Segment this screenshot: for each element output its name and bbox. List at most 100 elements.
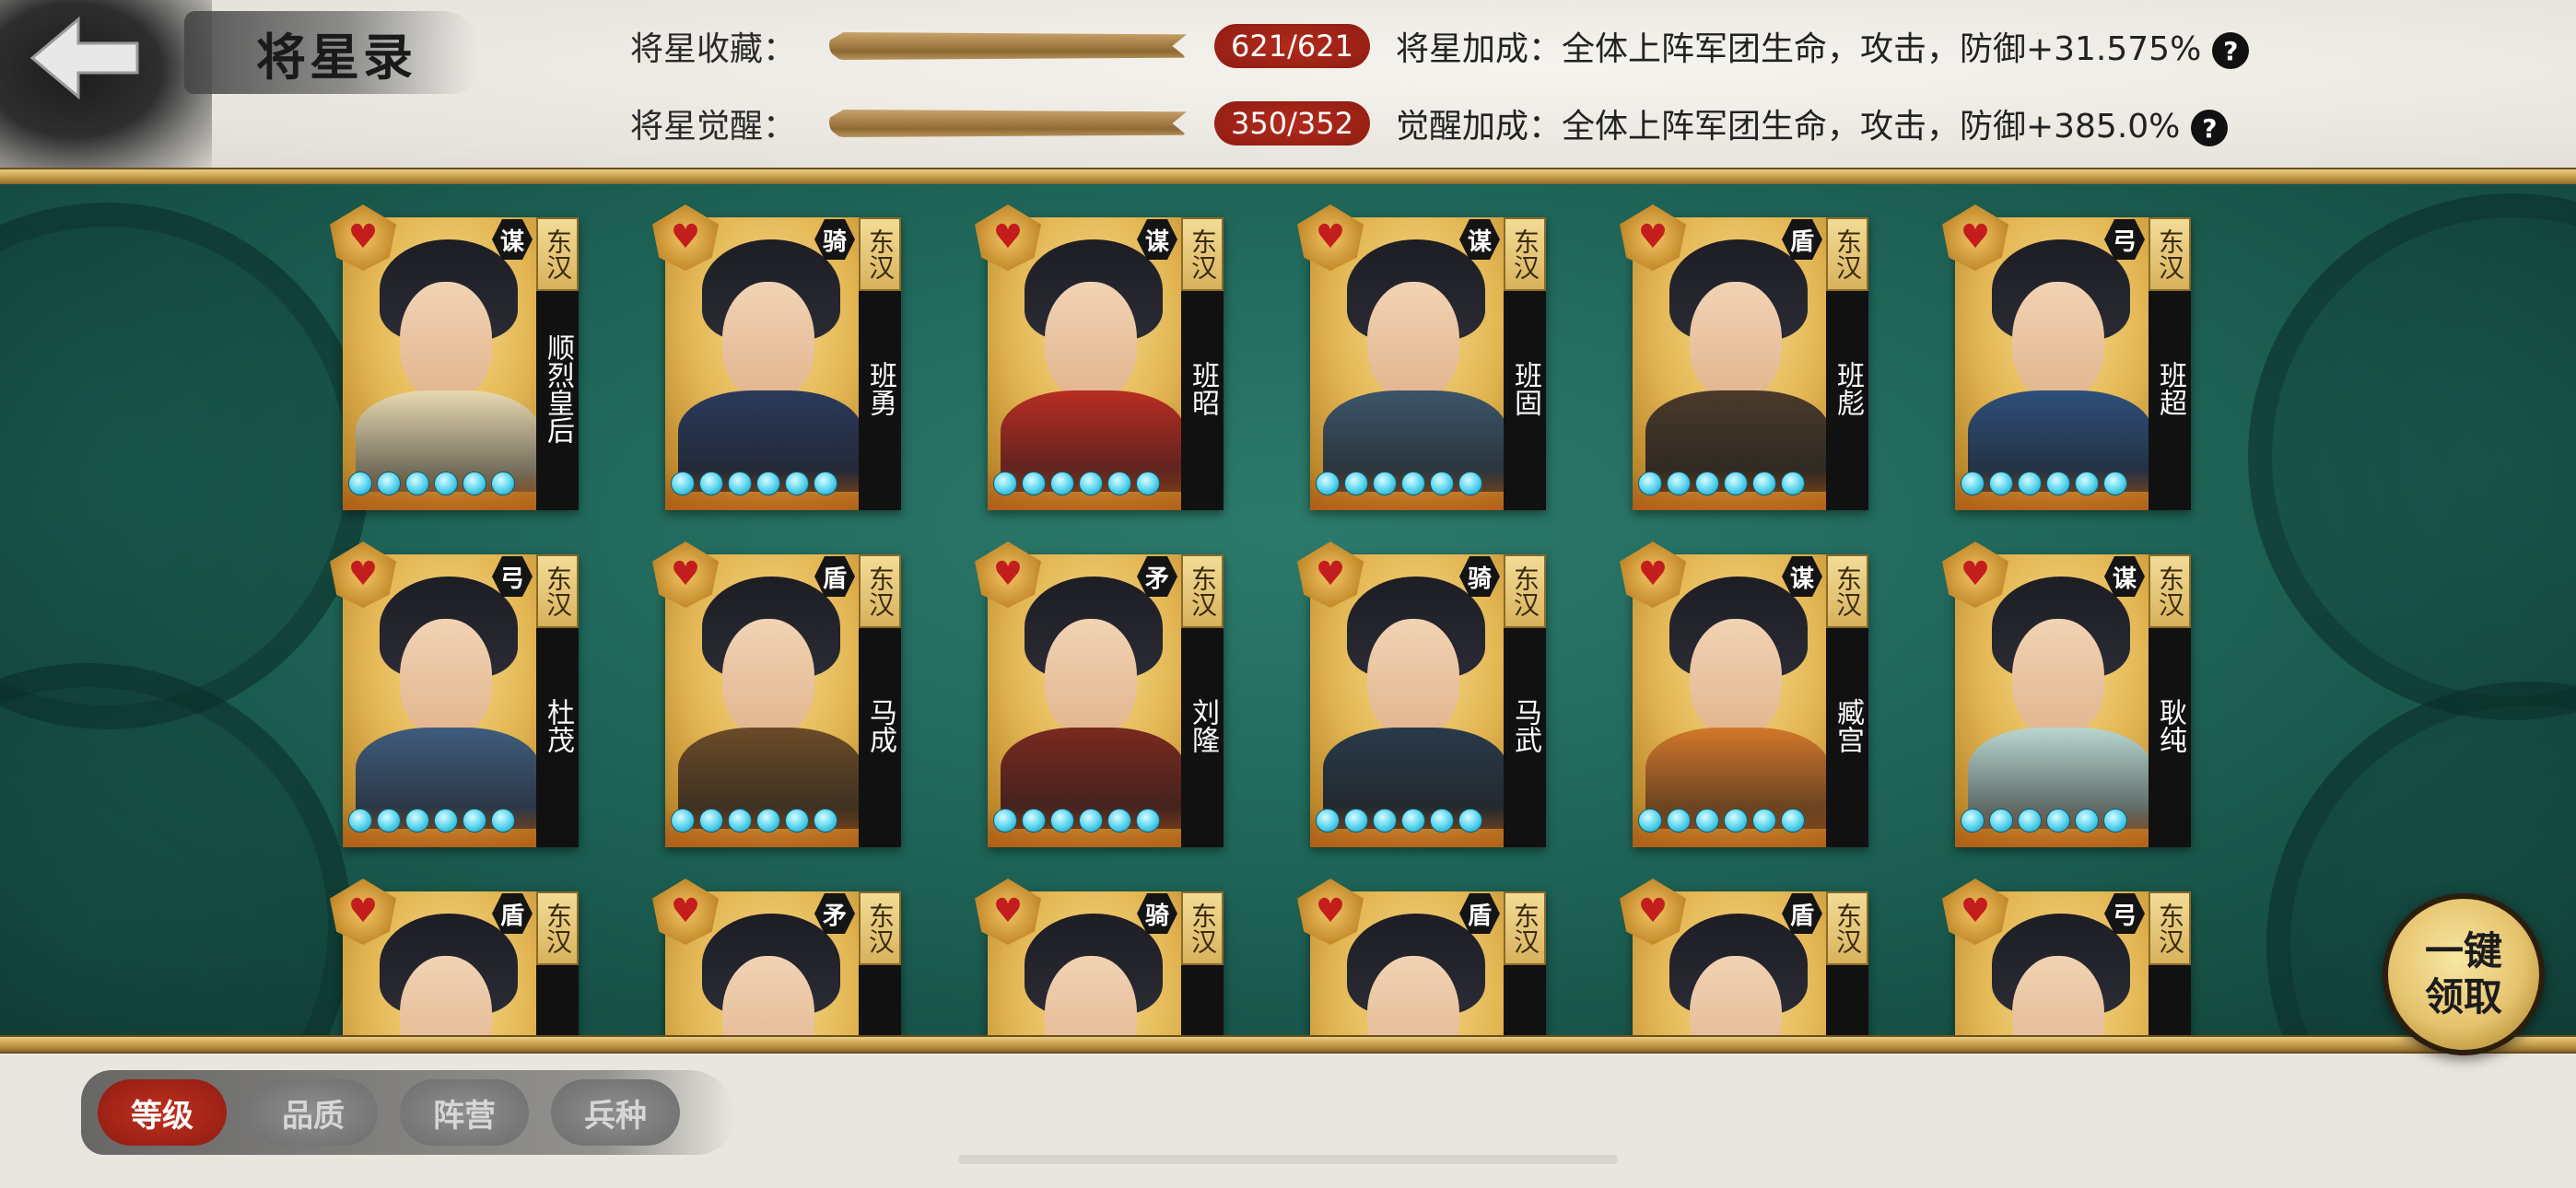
star-icon — [1961, 809, 1985, 833]
faction-badge: 东汉 — [1504, 554, 1546, 628]
general-name: 杜茂 — [536, 604, 579, 847]
sort-tab[interactable]: 品质 — [249, 1079, 378, 1146]
general-name: 臧宫 — [1826, 604, 1868, 847]
general-card[interactable]: 顺烈皇后 东汉谋 — [330, 204, 579, 510]
star-icon — [434, 472, 458, 495]
faction-badge: 东汉 — [859, 554, 901, 628]
general-card[interactable]: 班超 东汉弓 — [1942, 204, 2191, 510]
awakening-stat-row: 将星觉醒： 350/352 觉醒加成：全体上阵军团生命，攻击，防御+385.0%… — [630, 96, 2229, 151]
star-icon — [1107, 472, 1131, 495]
general-name: 班勇 — [859, 267, 901, 510]
portrait-face — [400, 619, 492, 737]
star-icon — [1695, 472, 1719, 495]
star-icon — [699, 472, 723, 495]
star-icon — [2018, 809, 2042, 833]
faction-badge: 东汉 — [536, 217, 579, 291]
general-card[interactable]: 杜茂 东汉弓 — [330, 542, 579, 847]
general-card[interactable]: 班勇 东汉骑 — [652, 204, 901, 510]
star-icon — [814, 472, 837, 495]
general-card[interactable]: 耿纯 东汉谋 — [1942, 542, 2191, 847]
star-icon — [1022, 472, 1046, 495]
sort-tab[interactable]: 兵种 — [551, 1079, 680, 1146]
general-card[interactable]: 东汉骑 — [975, 879, 1224, 1036]
star-rating — [1961, 472, 2127, 495]
faction-badge: 东汉 — [2149, 217, 2191, 291]
sort-tab[interactable]: 阵营 — [400, 1079, 529, 1146]
star-icon — [348, 472, 372, 495]
star-rating — [671, 472, 837, 495]
general-card[interactable]: 班昭 东汉谋 — [975, 204, 1224, 510]
star-icon — [728, 809, 752, 833]
general-card[interactable]: 班固 东汉谋 — [1297, 204, 1546, 510]
general-name: 班彪 — [1826, 267, 1868, 510]
star-icon — [2046, 472, 2070, 495]
star-icon — [1724, 809, 1748, 833]
portrait-face — [722, 619, 814, 737]
portrait-face — [1690, 619, 1782, 737]
collection-bonus-label: 将星加成：全体上阵军团生命，攻击，防御+31.575% — [1395, 30, 2202, 68]
star-icon — [1344, 809, 1368, 833]
general-card[interactable]: 马武 东汉骑 — [1297, 542, 1546, 847]
home-indicator[interactable] — [958, 1155, 1618, 1164]
star-icon — [1050, 472, 1074, 495]
star-icon — [1316, 472, 1340, 495]
awakening-bonus-text: 觉醒加成：全体上阵军团生命，攻击，防御+385.0%? — [1396, 99, 2229, 147]
awakening-count-badge: 350/352 — [1214, 101, 1370, 146]
general-card-grid[interactable]: 顺烈皇后东汉谋班勇东汉骑班昭东汉谋班固东汉谋班彪东汉盾班超东汉弓杜茂东汉弓马成东… — [0, 184, 2576, 1036]
star-rating — [1316, 809, 1482, 833]
star-icon — [1638, 809, 1662, 833]
gold-rail-bottom — [0, 1035, 2576, 1054]
back-arrow-icon — [29, 16, 139, 100]
collection-count-badge: 621/621 — [1214, 24, 1370, 68]
star-icon — [1458, 809, 1482, 833]
sort-tab[interactable]: 等级 — [98, 1079, 227, 1146]
faction-badge: 东汉 — [2149, 554, 2191, 628]
star-icon — [1344, 472, 1368, 495]
star-icon — [2103, 472, 2127, 495]
star-icon — [699, 809, 723, 833]
star-icon — [463, 472, 486, 495]
star-icon — [2018, 472, 2042, 495]
star-rating — [1961, 809, 2127, 833]
general-card[interactable]: 东汉盾 — [330, 879, 579, 1036]
help-icon[interactable]: ? — [2191, 110, 2229, 146]
claim-all-button[interactable]: 一键领取 — [2383, 893, 2545, 1055]
star-icon — [1430, 809, 1454, 833]
portrait-face — [1367, 619, 1459, 737]
faction-badge: 东汉 — [1181, 554, 1224, 628]
star-icon — [671, 809, 695, 833]
star-icon — [405, 809, 429, 833]
help-icon[interactable]: ? — [2212, 32, 2250, 69]
star-icon — [1079, 472, 1103, 495]
faction-badge: 东汉 — [859, 217, 901, 291]
general-card[interactable]: 东汉矛 — [652, 879, 901, 1036]
portrait-face — [722, 282, 814, 400]
general-card[interactable]: 东汉盾 — [1297, 879, 1546, 1036]
general-card[interactable]: 班彪 东汉盾 — [1620, 204, 1868, 510]
tortoise-medallion-decoration — [0, 663, 352, 1036]
star-icon — [993, 809, 1017, 833]
collection-bonus-text: 将星加成：全体上阵军团生命，攻击，防御+31.575%? — [1395, 22, 2250, 70]
star-icon — [1724, 472, 1748, 495]
faction-badge: 东汉 — [1181, 891, 1224, 965]
general-card[interactable]: 东汉盾 — [1620, 879, 1868, 1036]
star-icon — [1989, 472, 2013, 495]
general-card[interactable]: 臧宫 东汉谋 — [1620, 542, 1868, 847]
star-icon — [491, 809, 515, 833]
star-rating — [1316, 472, 1482, 495]
star-icon — [1373, 809, 1397, 833]
star-icon — [785, 809, 809, 833]
back-button[interactable] — [20, 7, 149, 109]
portrait-face — [2012, 282, 2104, 400]
faction-badge: 东汉 — [536, 891, 579, 965]
star-icon — [993, 472, 1017, 495]
general-card[interactable]: 马成 东汉盾 — [652, 542, 901, 847]
star-icon — [491, 472, 515, 495]
star-icon — [1458, 472, 1482, 495]
sort-tabs: 等级 品质 阵营 兵种 — [98, 1079, 680, 1146]
portrait-face — [1045, 282, 1137, 400]
general-card[interactable]: 东汉弓 — [1942, 879, 2191, 1036]
star-icon — [1079, 809, 1103, 833]
star-icon — [2103, 809, 2127, 833]
general-card[interactable]: 刘隆 东汉矛 — [975, 542, 1224, 847]
